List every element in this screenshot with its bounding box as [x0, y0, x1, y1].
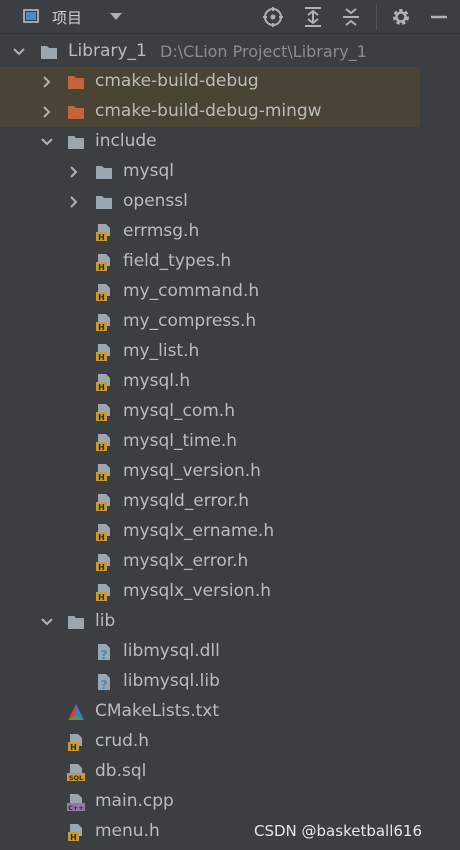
- expand-all-icon[interactable]: [302, 6, 324, 28]
- project-path: D:\CLion Project\Library_1: [160, 42, 367, 61]
- cpp-file-icon: [67, 793, 85, 811]
- watermark: CSDN @basketball616: [254, 822, 423, 840]
- header-file-icon: [95, 373, 113, 391]
- tree-item-file[interactable]: crud.h: [0, 727, 460, 757]
- tree-item-file[interactable]: my_list.h: [0, 337, 460, 367]
- chevron-down-icon[interactable]: [40, 615, 54, 629]
- tree-item-file[interactable]: errmsg.h: [0, 217, 460, 247]
- minimize-icon[interactable]: [428, 6, 450, 28]
- tree-item-label: CMakeLists.txt: [95, 701, 220, 721]
- excluded-folder-icon: [67, 103, 85, 121]
- project-toolbar: 项目: [0, 0, 460, 34]
- tree-item-label: mysql_com.h: [123, 401, 235, 421]
- chevron-right-icon[interactable]: [40, 105, 54, 119]
- header-file-icon: [67, 733, 85, 751]
- header-file-icon: [95, 493, 113, 511]
- tree-item-label: my_compress.h: [123, 311, 257, 331]
- tree-item-file[interactable]: mysqld_error.h: [0, 487, 460, 517]
- tree-item-file[interactable]: mysqlx_version.h: [0, 577, 460, 607]
- tree-item-root[interactable]: Library_1 D:\CLion Project\Library_1: [0, 37, 460, 67]
- tree-item-label: mysqlx_version.h: [123, 581, 271, 601]
- tree-item-openssl-folder[interactable]: openssl: [0, 187, 460, 217]
- tree-item-file[interactable]: main.cpp: [0, 787, 460, 817]
- cmake-icon: [67, 703, 85, 721]
- chevron-down-icon[interactable]: [40, 135, 54, 149]
- folder-icon: [67, 613, 85, 631]
- tree-item-include[interactable]: include: [0, 127, 460, 157]
- tree-item-mysql-folder[interactable]: mysql: [0, 157, 460, 187]
- tree-item-label: mysqld_error.h: [123, 491, 250, 511]
- unknown-file-icon: [95, 673, 113, 691]
- tree-item-label: errmsg.h: [123, 221, 200, 241]
- tree-item-label: cmake-build-debug: [95, 71, 259, 91]
- tree-item-file[interactable]: mysql_com.h: [0, 397, 460, 427]
- tree-item-cmake-build-debug[interactable]: cmake-build-debug: [0, 67, 420, 97]
- tree-item-file[interactable]: field_types.h: [0, 247, 460, 277]
- tree-item-file[interactable]: CMakeLists.txt: [0, 697, 460, 727]
- project-view-title[interactable]: 项目: [52, 7, 82, 28]
- tree-item-label: menu.h: [95, 821, 160, 841]
- tree-item-cmake-build-debug-mingw[interactable]: cmake-build-debug-mingw: [0, 97, 420, 127]
- folder-icon: [95, 163, 113, 181]
- header-file-icon: [95, 313, 113, 331]
- tree-item-file[interactable]: mysqlx_ername.h: [0, 517, 460, 547]
- tree-item-label: cmake-build-debug-mingw: [95, 101, 322, 121]
- tree-item-label: libmysql.dll: [123, 641, 220, 661]
- chevron-right-icon[interactable]: [67, 165, 81, 179]
- header-file-icon: [67, 823, 85, 841]
- tree-item-file[interactable]: my_command.h: [0, 277, 460, 307]
- header-file-icon: [95, 253, 113, 271]
- unknown-file-icon: [95, 643, 113, 661]
- header-file-icon: [95, 583, 113, 601]
- tree-item-label: Library_1: [68, 41, 147, 61]
- tree-item-label: my_command.h: [123, 281, 260, 301]
- header-file-icon: [95, 433, 113, 451]
- tree-item-label: my_list.h: [123, 341, 200, 361]
- tree-item-label: mysql_time.h: [123, 431, 238, 451]
- tree-item-label: mysql: [123, 161, 174, 181]
- tree-item-file[interactable]: db.sql: [0, 757, 460, 787]
- tree-item-label: include: [95, 131, 157, 151]
- header-file-icon: [95, 523, 113, 541]
- tree-item-file[interactable]: mysqlx_error.h: [0, 547, 460, 577]
- sql-file-icon: [67, 763, 85, 781]
- folder-icon: [95, 193, 113, 211]
- chevron-down-icon[interactable]: [12, 45, 26, 59]
- tree-item-label: mysql_version.h: [123, 461, 261, 481]
- tree-item-label: lib: [95, 611, 116, 631]
- tree-item-file[interactable]: libmysql.lib: [0, 667, 460, 697]
- tree-item-label: main.cpp: [95, 791, 174, 811]
- header-file-icon: [95, 403, 113, 421]
- tree-item-file[interactable]: mysql_version.h: [0, 457, 460, 487]
- tree-item-label: openssl: [123, 191, 188, 211]
- folder-icon: [67, 133, 85, 151]
- tree-item-label: db.sql: [95, 761, 147, 781]
- toolbar-divider: [376, 4, 377, 30]
- tree-item-file[interactable]: libmysql.dll: [0, 637, 460, 667]
- header-file-icon: [95, 553, 113, 571]
- chevron-down-icon[interactable]: [110, 13, 122, 20]
- chevron-right-icon[interactable]: [40, 75, 54, 89]
- header-file-icon: [95, 223, 113, 241]
- gear-icon[interactable]: [390, 6, 412, 28]
- tree-item-file[interactable]: mysql.h: [0, 367, 460, 397]
- tree-item-label: libmysql.lib: [123, 671, 220, 691]
- tree-item-file[interactable]: mysql_time.h: [0, 427, 460, 457]
- locate-icon[interactable]: [262, 6, 284, 28]
- chevron-right-icon[interactable]: [67, 195, 81, 209]
- tree-item-label: crud.h: [95, 731, 150, 751]
- tree-item-file[interactable]: my_compress.h: [0, 307, 460, 337]
- excluded-folder-icon: [67, 73, 85, 91]
- tree-item-label: mysql.h: [123, 371, 191, 391]
- header-file-icon: [95, 283, 113, 301]
- header-file-icon: [95, 343, 113, 361]
- tree-item-label: field_types.h: [123, 251, 232, 271]
- tree-item-lib[interactable]: lib: [0, 607, 460, 637]
- project-view-icon[interactable]: [23, 9, 39, 23]
- tree-item-label: mysqlx_ername.h: [123, 521, 275, 541]
- collapse-all-icon[interactable]: [340, 6, 362, 28]
- folder-icon: [40, 43, 58, 61]
- tree-item-label: mysqlx_error.h: [123, 551, 249, 571]
- header-file-icon: [95, 463, 113, 481]
